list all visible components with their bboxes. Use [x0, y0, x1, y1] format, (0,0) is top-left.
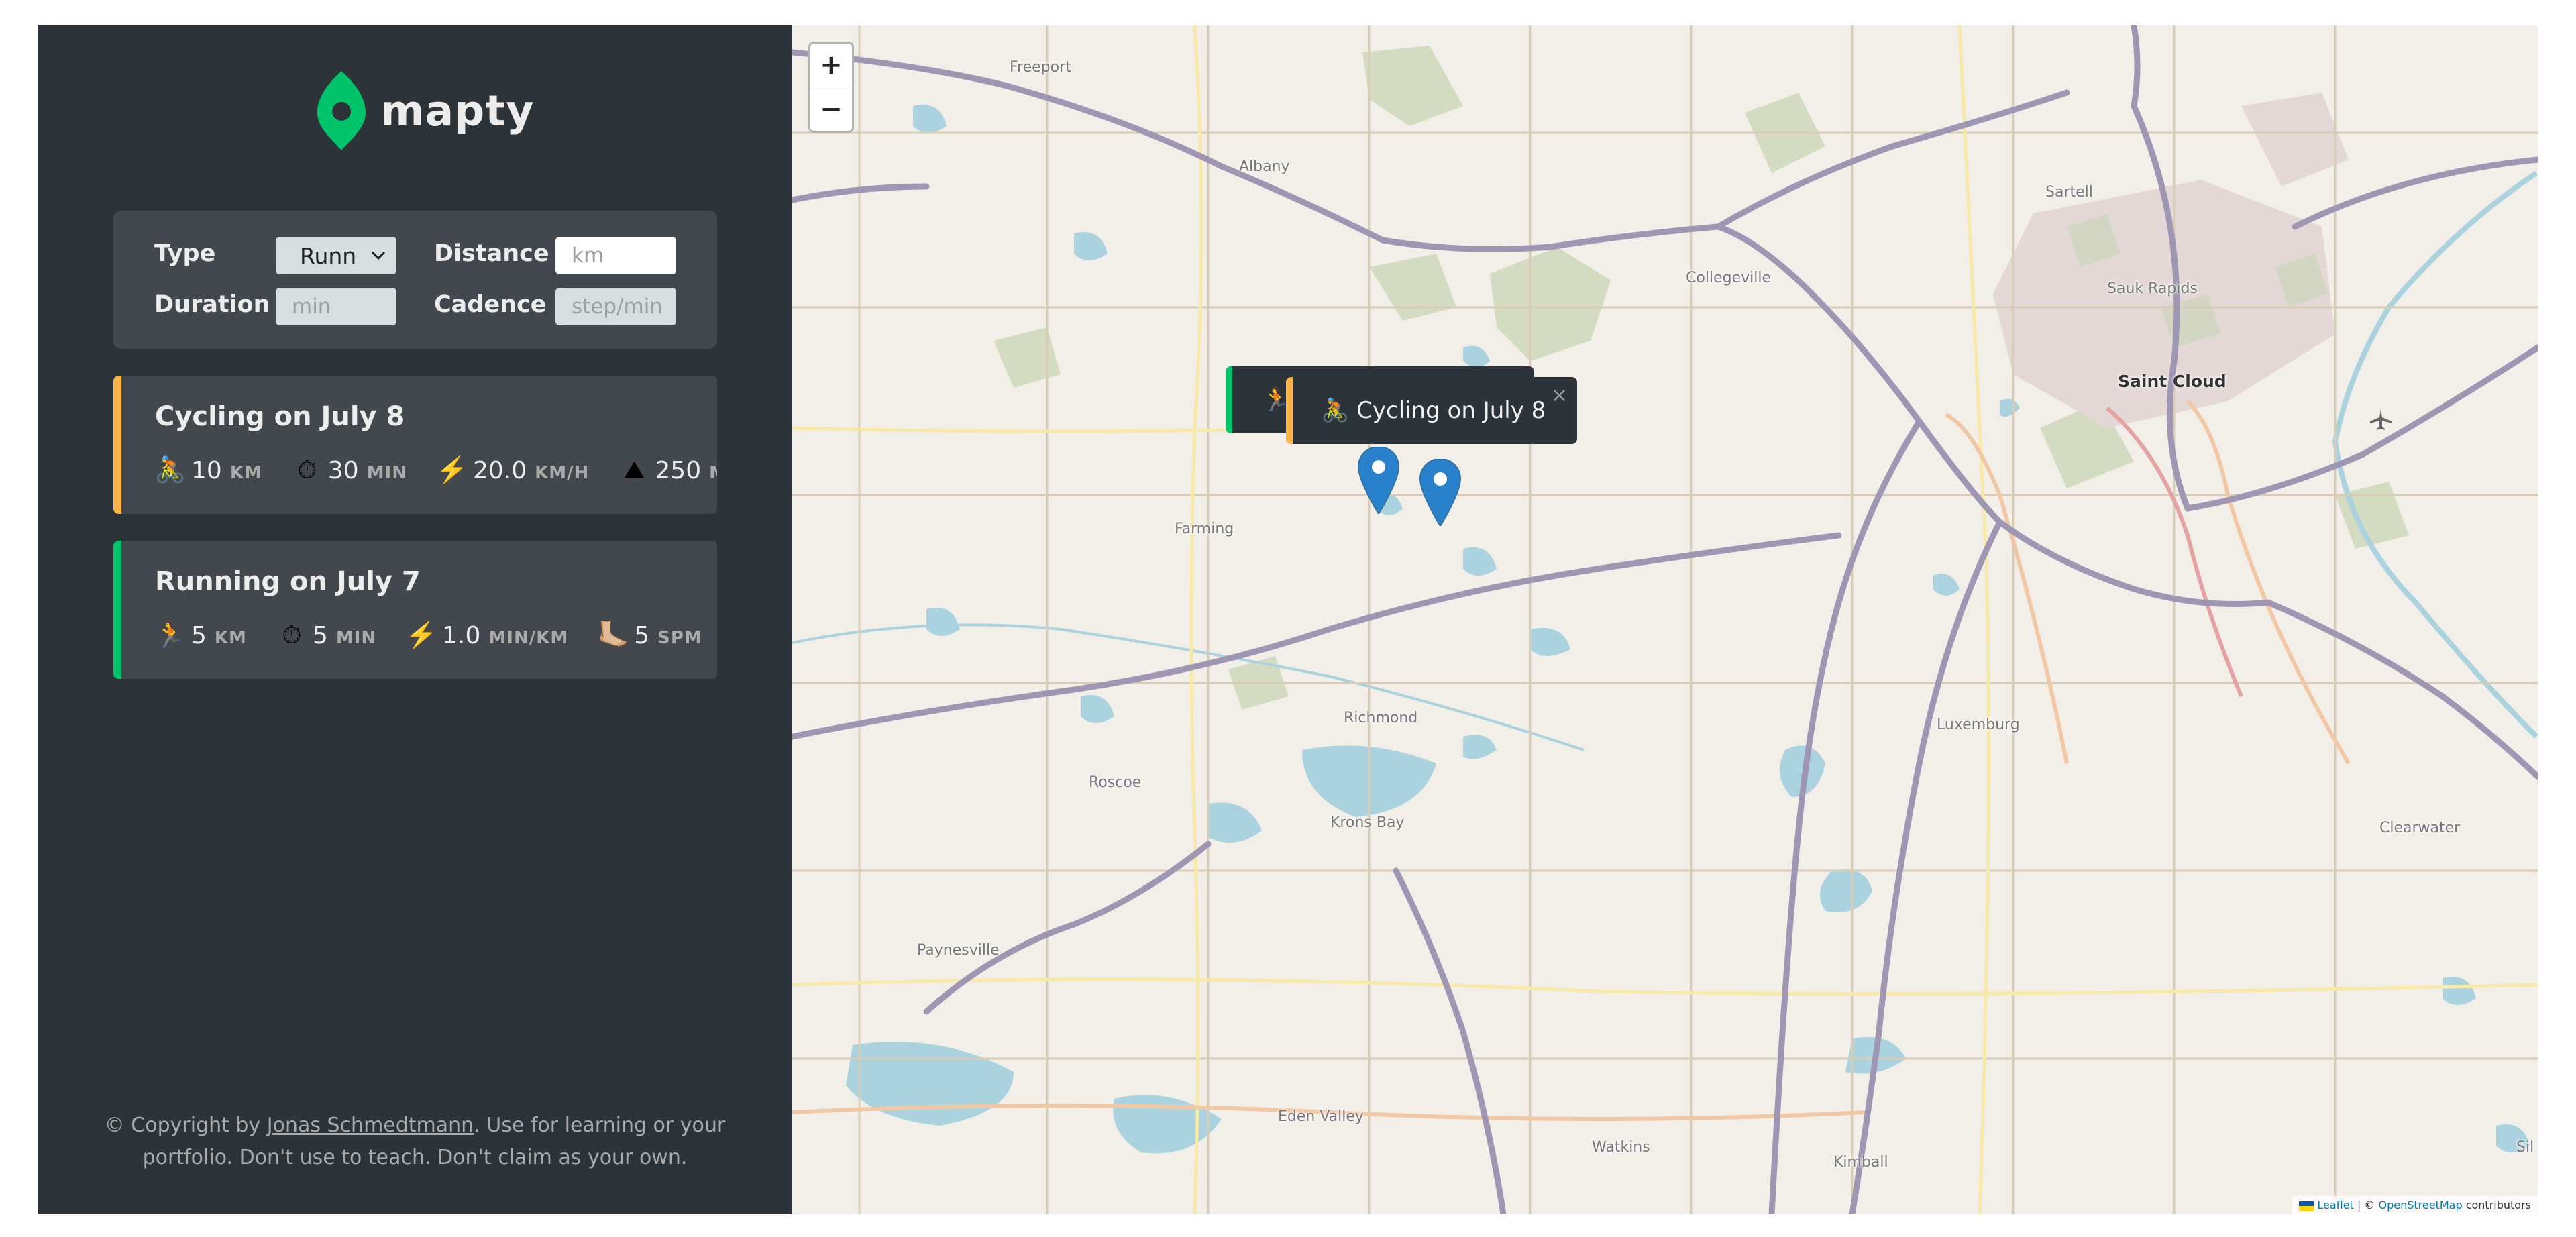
place-label: Roscoe — [1089, 774, 1142, 791]
zoom-control: + − — [808, 42, 854, 133]
app-name: mapty — [380, 86, 535, 136]
place-label: Krons Bay — [1330, 814, 1405, 831]
detail-unit: KM — [229, 463, 262, 483]
type-label: Type — [154, 240, 216, 267]
workout-form: Type Runn Distance km Duration min Caden… — [113, 211, 717, 349]
detail-unit: KM/H — [535, 463, 590, 483]
lightning-icon: ⚡️ — [405, 620, 437, 649]
cadence-label: Cadence — [434, 291, 547, 318]
place-label: Watkins — [1592, 1139, 1650, 1156]
sidebar: mapty Type Runn Distance km Duration min… — [38, 25, 792, 1214]
place-label: Saint Cloud — [2118, 372, 2226, 391]
detail-unit: MIN — [366, 463, 407, 483]
popup-accent-bar — [1226, 366, 1232, 433]
detail-unit: MIN — [335, 628, 377, 648]
detail-unit: SPM — [657, 628, 702, 648]
lightning-icon: ⚡️ — [436, 455, 468, 484]
copyright: © Copyright by Jonas Schmedtmann. Use fo… — [98, 1110, 732, 1174]
map-popup-cycling[interactable]: 🚴 Cycling on July 8 × — [1286, 377, 1577, 444]
attribution-sep: | © — [2353, 1199, 2379, 1212]
detail-value: 5 — [312, 622, 328, 649]
runner-icon: 🏃 — [154, 620, 186, 649]
detail-unit: MIN/KM — [488, 628, 569, 648]
workout-item-running[interactable]: Running on July 7 🏃 5 KM ⏱ 5 MIN ⚡️ 1.0 … — [113, 541, 717, 679]
place-label: Paynesville — [917, 942, 1000, 959]
detail-value: 250 — [655, 457, 702, 484]
workout-detail-distance: 🚴 10 KM — [154, 455, 262, 485]
place-label: Sil — [2516, 1139, 2534, 1156]
detail-value: 10 — [191, 457, 222, 484]
detail-value: 5 — [634, 622, 650, 649]
type-select[interactable]: Runn — [276, 237, 396, 274]
place-label: Eden Valley — [1278, 1108, 1364, 1125]
detail-value: 20.0 — [472, 457, 527, 484]
app-container: mapty Type Runn Distance km Duration min… — [38, 25, 2538, 1214]
place-label: Luxemburg — [1937, 716, 2020, 733]
map-marker-running[interactable] — [1357, 447, 1400, 514]
bicycle-icon: 🚴 — [154, 455, 186, 484]
duration-label: Duration — [154, 291, 270, 318]
workout-detail-duration: ⏱ 5 MIN — [276, 620, 376, 650]
stopwatch-icon: ⏱ — [297, 455, 317, 484]
chevron-down-icon — [371, 251, 386, 260]
attribution-suffix: contributors — [2462, 1199, 2531, 1212]
workout-detail-cadence: 🦶🏼 5 SPM — [598, 620, 702, 650]
detail-value: 5 — [191, 622, 207, 649]
cadence-input[interactable]: step/min — [555, 288, 676, 325]
place-label: Farming — [1175, 521, 1234, 537]
map-pin-logo-icon — [317, 71, 366, 150]
place-label: Kimball — [1833, 1154, 1888, 1171]
distance-label: Distance — [434, 240, 549, 267]
copyright-prefix: © Copyright by — [104, 1114, 267, 1137]
foot-icon: 🦶🏼 — [597, 620, 629, 649]
workout-title: Running on July 7 — [155, 566, 421, 597]
type-select-value: Runn — [300, 242, 357, 269]
workout-accent-bar — [113, 376, 121, 514]
detail-unit: KM — [214, 628, 247, 648]
leaflet-link[interactable]: Leaflet — [2317, 1199, 2353, 1212]
distance-input[interactable]: km — [555, 237, 676, 274]
workout-details: 🏃 5 KM ⏱ 5 MIN ⚡️ 1.0 MIN/KM 🦶🏼 5 SPM — [154, 620, 717, 650]
author-link[interactable]: Jonas Schmedtmann — [267, 1114, 474, 1137]
map-attribution: Leaflet | © OpenStreetMap contributors — [2292, 1196, 2538, 1214]
place-label: Albany — [1239, 158, 1290, 175]
place-label: Freeport — [1010, 59, 1071, 76]
detail-value: 1.0 — [442, 622, 481, 649]
zoom-out-button[interactable]: − — [810, 87, 852, 131]
workout-detail-elevation: ⛰ 250 M — [619, 455, 717, 485]
popup-bicycle-icon: 🚴 — [1321, 397, 1350, 424]
logo: mapty — [317, 71, 534, 150]
zoom-in-button[interactable]: + — [810, 44, 852, 87]
place-label: Clearwater — [2379, 820, 2461, 837]
workout-item-cycling[interactable]: Cycling on July 8 🚴 10 KM ⏱ 30 MIN ⚡️ 20… — [113, 376, 717, 514]
map[interactable]: + − Freeport Albany Collegeville Sartell… — [792, 25, 2538, 1214]
workout-accent-bar — [113, 541, 121, 679]
workout-detail-speed: ⚡️ 20.0 KM/H — [436, 455, 590, 485]
popup-accent-bar — [1286, 377, 1293, 444]
workout-detail-pace: ⚡️ 1.0 MIN/KM — [406, 620, 568, 650]
place-label: Collegeville — [1686, 270, 1771, 286]
detail-unit: M — [709, 463, 717, 483]
popup-close-button[interactable]: × — [1551, 384, 1568, 407]
detail-value: 30 — [327, 457, 359, 484]
popup-text: Cycling on July 8 — [1356, 397, 1546, 424]
mountain-icon: ⛰ — [623, 455, 645, 484]
ukraine-flag-icon — [2299, 1201, 2314, 1211]
popup-label: 🚴 Cycling on July 8 — [1321, 397, 1546, 424]
map-marker-cycling[interactable] — [1419, 459, 1462, 526]
airport-icon — [2370, 409, 2392, 430]
map-tiles — [792, 25, 2538, 1214]
place-label: Richmond — [1344, 710, 1418, 727]
workout-detail-distance: 🏃 5 KM — [154, 620, 247, 650]
place-label: Sauk Rapids — [2107, 280, 2198, 297]
osm-link[interactable]: OpenStreetMap — [2378, 1199, 2462, 1212]
workout-detail-duration: ⏱ 30 MIN — [292, 455, 407, 485]
place-label: Sartell — [2045, 184, 2093, 201]
workout-details: 🚴 10 KM ⏱ 30 MIN ⚡️ 20.0 KM/H ⛰ 250 — [154, 455, 717, 485]
workout-title: Cycling on July 8 — [155, 401, 405, 432]
stopwatch-icon: ⏱ — [282, 620, 302, 649]
duration-input[interactable]: min — [276, 288, 396, 325]
